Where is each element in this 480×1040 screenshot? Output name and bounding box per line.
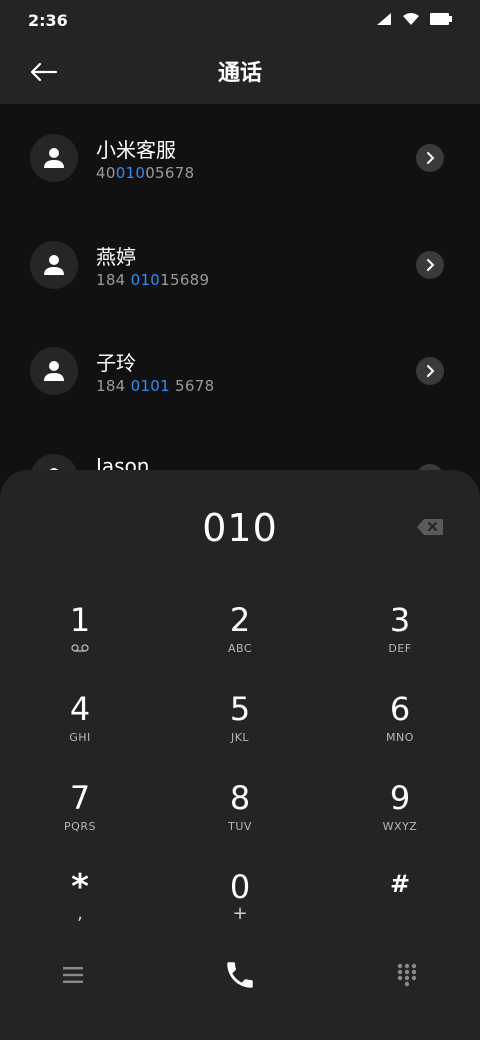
phone-icon (227, 962, 253, 988)
avatar (30, 241, 78, 289)
menu-button[interactable] (48, 950, 98, 1000)
dial-key-8[interactable]: 8 TUV (180, 776, 300, 860)
contact-name: 小米客服 (96, 138, 176, 162)
key-letters: + (232, 903, 248, 924)
contact-item[interactable]: 子玲 184 0101 5678 (0, 317, 480, 423)
menu-icon (63, 967, 83, 983)
key-letters: WXYZ (382, 820, 418, 833)
signal-icon (377, 13, 391, 25)
page-title: 通话 (217, 61, 262, 86)
key-letters: DEF (388, 642, 412, 655)
avatar (30, 347, 78, 395)
dial-key-star[interactable]: * , (20, 865, 140, 949)
wifi-icon (403, 13, 419, 25)
dialpad-toggle-button[interactable] (382, 950, 432, 1000)
chevron-right-icon (427, 152, 435, 164)
dial-key-hash[interactable]: # (340, 865, 460, 949)
key-digit: 1 (69, 601, 91, 639)
key-digit: 3 (389, 601, 411, 639)
dialpad-icon (397, 963, 417, 987)
dial-key-6[interactable]: 6 MNO (340, 687, 460, 771)
dial-key-5[interactable]: 5 JKL (180, 687, 300, 771)
dial-key-3[interactable]: 3 DEF (340, 598, 460, 682)
dial-key-0[interactable]: 0 + (180, 865, 300, 949)
key-digit: 0 (229, 868, 251, 906)
dial-key-7[interactable]: 7 PQRS (20, 776, 140, 860)
avatar (30, 134, 78, 182)
contact-item[interactable]: 燕婷 184 01015689 (0, 211, 480, 317)
person-icon (44, 148, 64, 168)
person-icon (44, 255, 64, 275)
contact-detail-button[interactable] (416, 144, 444, 172)
top-app-bar: 通话 (0, 40, 480, 104)
key-digit: 7 (69, 779, 91, 817)
status-time: 2:36 (28, 11, 68, 30)
chevron-right-icon (427, 365, 435, 377)
key-digit: 9 (389, 779, 411, 817)
dial-key-4[interactable]: 4 GHI (20, 687, 140, 771)
contact-detail-button[interactable] (416, 357, 444, 385)
key-letters: ABC (227, 642, 253, 655)
call-button[interactable] (215, 950, 265, 1000)
dialer-bottom-bar (0, 950, 480, 1020)
status-icons (376, 12, 452, 26)
contact-number: 4001005678 (96, 164, 195, 182)
status-bar: 2:36 (0, 0, 480, 40)
chevron-right-icon (427, 259, 435, 271)
battery-icon (430, 13, 452, 25)
key-digit: * (71, 867, 89, 907)
contact-number: 184 0101 5678 (96, 377, 215, 395)
key-digit: # (389, 870, 411, 898)
dial-key-1[interactable]: 1 (20, 598, 140, 682)
key-digit: 4 (69, 690, 91, 728)
dial-number-display[interactable]: 010 (0, 506, 480, 550)
key-letters: TUV (228, 820, 252, 833)
key-digit: 2 (229, 601, 251, 639)
contact-number: 184 01015689 (96, 271, 210, 289)
key-letters: JKL (230, 731, 250, 744)
key-digit: 6 (389, 690, 411, 728)
key-digit: 8 (229, 779, 251, 817)
contact-name: 子玲 (96, 351, 136, 375)
voicemail-icon (71, 644, 89, 652)
dialpad-panel: 010 1 2 ABC 3 DEF 4 GHI 5 JKL 6 MNO 7 PQ… (0, 470, 480, 1040)
backspace-icon[interactable] (416, 518, 444, 536)
contact-item[interactable]: 小米客服 4001005678 (0, 104, 480, 210)
key-digit: 5 (229, 690, 251, 728)
key-letters: PQRS (64, 820, 96, 833)
contact-name: 燕婷 (96, 245, 136, 269)
dial-key-2[interactable]: 2 ABC (180, 598, 300, 682)
key-letters: MNO (386, 731, 414, 744)
dial-key-9[interactable]: 9 WXYZ (340, 776, 460, 860)
person-icon (44, 361, 64, 381)
contact-detail-button[interactable] (416, 251, 444, 279)
key-letters: GHI (69, 731, 91, 744)
key-letters: , (77, 903, 83, 924)
